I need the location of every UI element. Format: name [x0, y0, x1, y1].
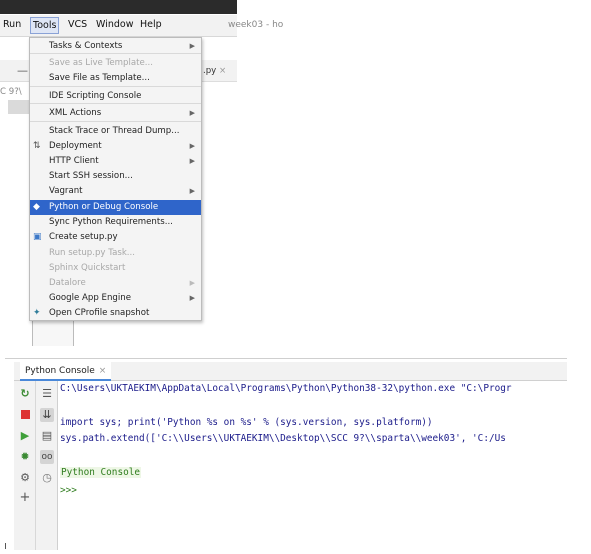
menu-vcs[interactable]: VCS — [68, 19, 87, 30]
tab-python-console[interactable]: Python Console × — [20, 362, 112, 381]
console-toolbar-left: ↻ ▶ ✹ ⚙ + — [14, 381, 36, 550]
menu-item-save-file-as-template[interactable]: Save File as Template... — [30, 71, 201, 86]
menu-window[interactable]: Window — [96, 19, 133, 30]
menu-item-label: Open CProfile snapshot — [49, 308, 150, 318]
stop-icon[interactable] — [18, 408, 32, 422]
submenu-arrow-icon: ▶ — [189, 279, 195, 287]
show-variables-icon[interactable]: oo — [40, 450, 54, 464]
close-icon[interactable]: × — [219, 66, 226, 76]
menu-item-datalore: Datalore ▶ — [30, 276, 201, 291]
submenu-arrow-icon: ▶ — [189, 187, 195, 195]
cprofile-icon: ✦ — [33, 308, 41, 318]
console-line: C:\Users\UKTAEKIM\AppData\Local\Programs… — [60, 383, 512, 394]
window-title: week03 - ho — [228, 20, 284, 30]
menu-item-label: Datalore — [49, 278, 86, 288]
minimize-icon[interactable]: — — [17, 64, 28, 77]
deployment-icon: ⇅ — [33, 141, 41, 151]
print-icon[interactable]: ▤ — [40, 429, 54, 443]
menu-item-open-cprofile-snapshot[interactable]: ✦ Open CProfile snapshot — [30, 306, 201, 321]
submenu-arrow-icon: ▶ — [189, 42, 195, 50]
side-panel-strip — [32, 320, 74, 346]
submenu-arrow-icon: ▶ — [189, 157, 195, 165]
editor-tab-label: .py — [203, 66, 217, 76]
tools-menu: Tasks & Contexts ▶ Save as Live Template..… — [29, 37, 202, 321]
menu-item-python-or-debug-console[interactable]: ◆ Python or Debug Console — [30, 200, 201, 215]
menu-separator — [30, 86, 201, 87]
history-icon[interactable]: ◷ — [40, 471, 54, 485]
setup-py-icon: ▣ — [33, 232, 42, 242]
path-fragment: C 9?\ — [0, 87, 22, 97]
menu-item-label: Create setup.py — [49, 232, 118, 242]
menu-item-label: IDE Scripting Console — [49, 91, 142, 101]
menu-item-start-ssh-session[interactable]: Start SSH session... — [30, 169, 201, 184]
console-output[interactable]: C:\Users\UKTAEKIM\AppData\Local\Programs… — [60, 381, 567, 550]
menu-tools[interactable]: Tools — [30, 17, 60, 34]
console-line: sys.path.extend(['C:\\Users\\UKTAEKIM\\D… — [60, 433, 506, 444]
add-icon[interactable]: + — [18, 491, 32, 505]
python-icon: ◆ — [33, 202, 40, 212]
menu-item-stack-trace-or-thread-dump[interactable]: Stack Trace or Thread Dump... — [30, 124, 201, 139]
console-prompt: >>> — [60, 485, 77, 496]
menu-item-label: Sync Python Requirements... — [49, 217, 173, 227]
menu-item-create-setup-py[interactable]: ▣ Create setup.py — [30, 230, 201, 245]
menu-item-sphinx-quickstart: Sphinx Quickstart — [30, 261, 201, 276]
menu-item-http-client[interactable]: HTTP Client ▶ — [30, 154, 201, 169]
menu-item-label: Run setup.py Task... — [49, 248, 135, 258]
close-icon[interactable]: × — [99, 366, 107, 376]
menu-item-label: Start SSH session... — [49, 171, 133, 181]
menu-item-sync-python-requirements[interactable]: Sync Python Requirements... — [30, 215, 201, 230]
menu-item-label: Python or Debug Console — [49, 202, 159, 212]
menu-item-label: Deployment — [49, 141, 102, 151]
console-tab-label: Python Console — [25, 366, 95, 376]
editor-tab[interactable]: .py × — [203, 66, 226, 76]
menu-item-label: Google App Engine — [49, 293, 132, 303]
menu-item-label: XML Actions — [49, 108, 102, 118]
menu-item-tasks-contexts[interactable]: Tasks & Contexts ▶ — [30, 39, 201, 54]
menu-item-label: Vagrant — [49, 186, 83, 196]
menu-item-save-as-live-template: Save as Live Template... — [30, 56, 201, 71]
console-line: Python Console — [60, 467, 142, 478]
menu-item-ide-scripting-console[interactable]: IDE Scripting Console — [30, 89, 201, 104]
debug-icon[interactable]: ✹ — [18, 450, 32, 464]
menu-item-label: Save as Live Template... — [49, 58, 153, 68]
submenu-arrow-icon: ▶ — [189, 109, 195, 117]
menu-item-vagrant[interactable]: Vagrant ▶ — [30, 184, 201, 199]
scroll-to-end-icon[interactable]: ⇊ — [40, 408, 54, 422]
menu-item-run-setup-py-task: Run setup.py Task... — [30, 246, 201, 261]
console-toolbar-right: ☰ ⇊ ▤ oo ◷ — [36, 381, 58, 550]
submenu-arrow-icon: ▶ — [189, 294, 195, 302]
menu-item-xml-actions[interactable]: XML Actions ▶ — [30, 106, 201, 121]
console-tab-bar: Python Console × — [14, 362, 567, 381]
settings-icon[interactable]: ⚙ — [18, 471, 32, 485]
menu-separator — [30, 121, 201, 122]
panel-edge — [5, 543, 9, 549]
run-icon[interactable]: ▶ — [18, 429, 32, 443]
menu-item-label: HTTP Client — [49, 156, 99, 166]
menu-run[interactable]: Run — [3, 19, 21, 30]
menu-bar: Run Tools VCS Window Help week03 - ho — [0, 15, 283, 37]
menu-help[interactable]: Help — [140, 19, 162, 30]
console-line: import sys; print('Python %s on %s' % (s… — [60, 417, 433, 428]
title-bar — [0, 0, 237, 14]
menu-item-label: Tasks & Contexts — [49, 41, 123, 51]
menu-item-label: Save File as Template... — [49, 73, 150, 83]
menu-item-deployment[interactable]: ⇅ Deployment ▶ — [30, 139, 201, 154]
menu-item-google-app-engine[interactable]: Google App Engine ▶ — [30, 291, 201, 306]
menu-item-label: Stack Trace or Thread Dump... — [49, 126, 180, 136]
rerun-icon[interactable]: ↻ — [18, 387, 32, 401]
soft-wrap-icon[interactable]: ☰ — [40, 387, 54, 401]
menu-item-label: Sphinx Quickstart — [49, 263, 126, 273]
submenu-arrow-icon: ▶ — [189, 142, 195, 150]
